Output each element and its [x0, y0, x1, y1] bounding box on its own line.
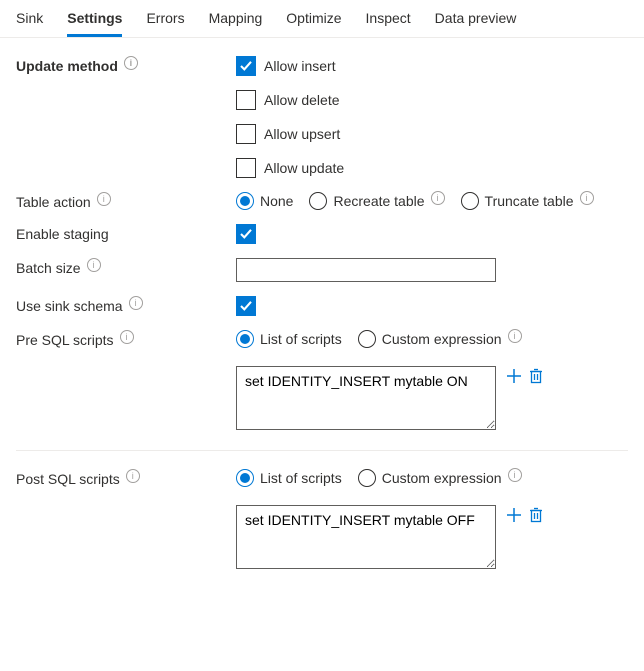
label-allow-update: Allow update — [264, 160, 344, 176]
checkbox-allow-delete[interactable] — [236, 90, 256, 110]
checkbox-allow-insert[interactable] — [236, 56, 256, 76]
label-allow-delete: Allow delete — [264, 92, 340, 108]
info-icon[interactable]: i — [120, 330, 134, 344]
radio-table-action-none[interactable]: None — [236, 192, 293, 210]
tab-settings[interactable]: Settings — [67, 0, 122, 37]
info-icon[interactable]: i — [508, 329, 522, 343]
label-update-method: Update method i — [16, 56, 236, 74]
section-divider — [16, 450, 628, 451]
tab-bar: Sink Settings Errors Mapping Optimize In… — [0, 0, 644, 38]
info-icon[interactable]: i — [129, 296, 143, 310]
checkbox-enable-staging[interactable] — [236, 224, 256, 244]
post-sql-script-input[interactable] — [236, 505, 496, 569]
tab-mapping[interactable]: Mapping — [209, 0, 263, 37]
tab-errors[interactable]: Errors — [146, 0, 184, 37]
label-pre-sql: Pre SQL scripts i — [16, 330, 236, 348]
checkbox-allow-update[interactable] — [236, 158, 256, 178]
settings-form: Update method i Allow insert Allow delet… — [0, 38, 644, 601]
add-icon[interactable] — [506, 507, 522, 523]
info-icon[interactable]: i — [124, 56, 138, 70]
pre-sql-script-input[interactable] — [236, 366, 496, 430]
checkbox-allow-upsert[interactable] — [236, 124, 256, 144]
radio-post-sql-custom[interactable]: Custom expression i — [358, 469, 522, 487]
radio-pre-sql-list[interactable]: List of scripts — [236, 330, 342, 348]
radio-pre-sql-custom[interactable]: Custom expression i — [358, 330, 522, 348]
label-allow-insert: Allow insert — [264, 58, 336, 74]
tab-inspect[interactable]: Inspect — [366, 0, 411, 37]
delete-icon[interactable] — [528, 368, 544, 384]
radio-table-action-truncate[interactable]: Truncate table i — [461, 192, 594, 210]
label-post-sql: Post SQL scripts i — [16, 469, 236, 487]
info-icon[interactable]: i — [508, 468, 522, 482]
checkbox-use-sink-schema[interactable] — [236, 296, 256, 316]
info-icon[interactable]: i — [97, 192, 111, 206]
tab-sink[interactable]: Sink — [16, 0, 43, 37]
radio-table-action-recreate[interactable]: Recreate table i — [309, 192, 444, 210]
batch-size-input[interactable] — [236, 258, 496, 282]
radio-post-sql-list[interactable]: List of scripts — [236, 469, 342, 487]
info-icon[interactable]: i — [431, 191, 445, 205]
info-icon[interactable]: i — [126, 469, 140, 483]
label-enable-staging: Enable staging — [16, 224, 236, 242]
tab-optimize[interactable]: Optimize — [286, 0, 341, 37]
tab-data-preview[interactable]: Data preview — [435, 0, 517, 37]
info-icon[interactable]: i — [580, 191, 594, 205]
label-use-sink-schema: Use sink schema i — [16, 296, 236, 314]
label-batch-size: Batch size i — [16, 258, 236, 276]
label-table-action: Table action i — [16, 192, 236, 210]
info-icon[interactable]: i — [87, 258, 101, 272]
delete-icon[interactable] — [528, 507, 544, 523]
add-icon[interactable] — [506, 368, 522, 384]
label-allow-upsert: Allow upsert — [264, 126, 340, 142]
